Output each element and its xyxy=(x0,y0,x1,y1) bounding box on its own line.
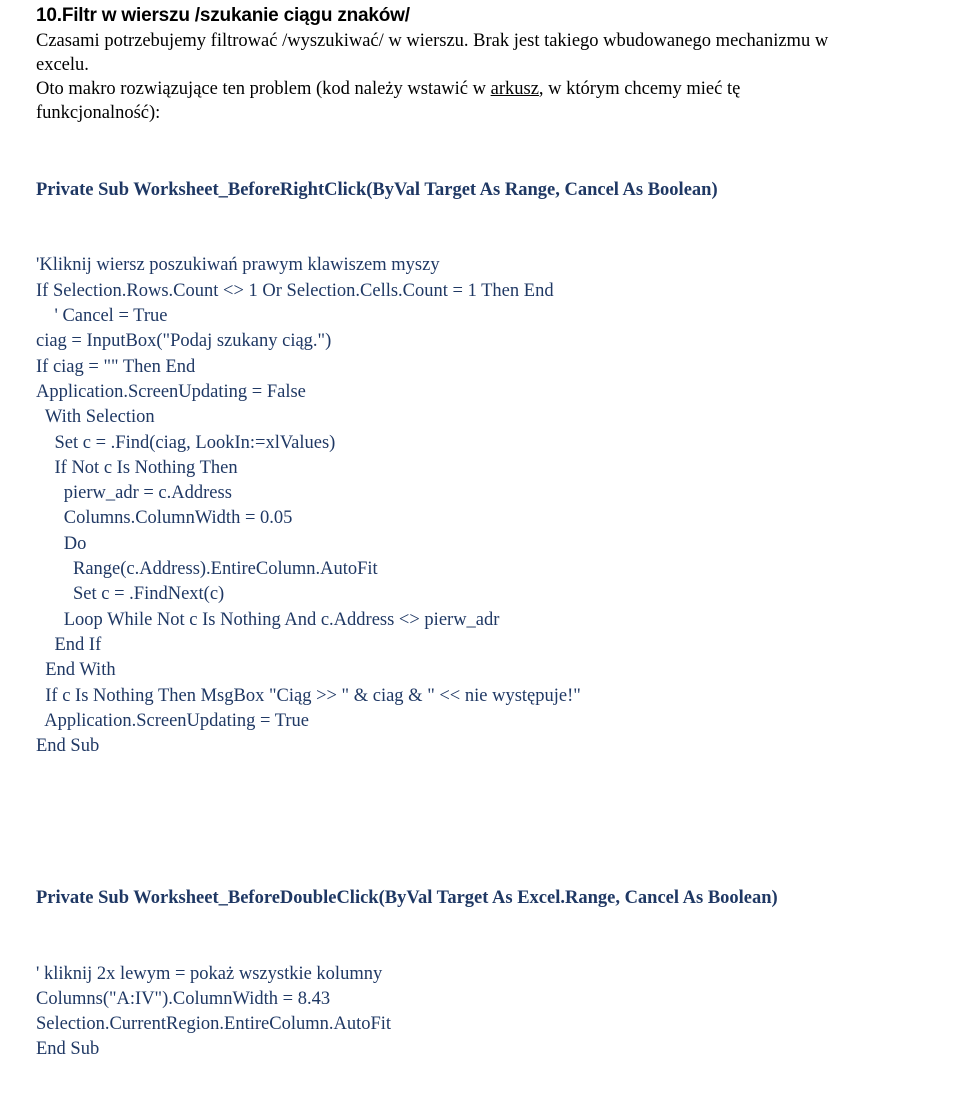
intro-line-1: Czasami potrzebujemy filtrować /wyszukiw… xyxy=(36,30,946,53)
page-title: 10.Filtr w wierszu /szukanie ciągu znakó… xyxy=(36,5,410,26)
code-block-2-header: Private Sub Worksheet_BeforeDoubleClick(… xyxy=(36,887,778,908)
code-line: ciag = InputBox("Podaj szukany ciąg.") xyxy=(36,331,332,352)
code-line: End Sub xyxy=(36,736,100,757)
code-line: Columns.ColumnWidth = 0.05 xyxy=(36,508,293,529)
code-block-2: Private Sub Worksheet_BeforeDoubleClick(… xyxy=(36,835,946,1113)
intro-line-3-prefix: Oto makro rozwiązujące ten problem (kod … xyxy=(36,79,491,99)
code-line: End If xyxy=(36,634,102,655)
intro-line-3: Oto makro rozwiązujące ten problem (kod … xyxy=(36,78,946,101)
intro-line-4: funkcjonalność): xyxy=(36,102,946,125)
arkusz-link[interactable]: arkusz xyxy=(491,79,539,99)
intro-line-1-text: Czasami potrzebujemy filtrować /wyszukiw… xyxy=(36,31,829,51)
document-page: 10.Filtr w wierszu /szukanie ciągu znakó… xyxy=(0,0,960,1059)
code-line: Set c = .Find(ciag, LookIn:=xlValues) xyxy=(36,432,336,453)
code-block-2-lines: ' kliknij 2x lewym = pokaż wszystkie kol… xyxy=(36,962,946,1063)
code-line: ' kliknij 2x lewym = pokaż wszystkie kol… xyxy=(36,963,383,984)
code-block-1: Private Sub Worksheet_BeforeRightClick(B… xyxy=(36,127,946,810)
code-line: Application.ScreenUpdating = True xyxy=(36,710,310,731)
code-line: pierw_adr = c.Address xyxy=(36,483,232,504)
code-blocks-separator xyxy=(36,810,946,835)
intro-line-3-suffix: , w którym chcemy mieć tę xyxy=(538,79,741,99)
code-line: If c Is Nothing Then MsgBox "Ciąg >> " &… xyxy=(36,685,581,706)
intro-paragraph: Czasami potrzebujemy filtrować /wyszukiw… xyxy=(36,30,946,125)
code-line: 'Kliknij wiersz poszukiwań prawym klawis… xyxy=(36,255,440,276)
intro-line-2: excelu. xyxy=(36,54,946,77)
code-line: Loop While Not c Is Nothing And c.Addres… xyxy=(36,609,500,630)
code-line: Set c = .FindNext(c) xyxy=(36,584,225,605)
code-line: End Sub xyxy=(36,1039,100,1060)
intro-line-4-text: funkcjonalność): xyxy=(36,103,161,123)
code-line: Selection.CurrentRegion.EntireColumn.Aut… xyxy=(36,1014,392,1035)
code-line: With Selection xyxy=(36,407,155,428)
code-line: End With xyxy=(36,660,116,681)
code-line: If Not c Is Nothing Then xyxy=(36,457,238,478)
code-line: Application.ScreenUpdating = False xyxy=(36,381,306,402)
code-line: Range(c.Address).EntireColumn.AutoFit xyxy=(36,559,378,580)
code-line: ' Cancel = True xyxy=(36,306,168,327)
code-line: Do xyxy=(36,533,87,554)
code-block-1-lines: 'Kliknij wiersz poszukiwań prawym klawis… xyxy=(36,253,946,759)
intro-line-2-text: excelu. xyxy=(36,55,89,75)
code-line: If ciag = "" Then End xyxy=(36,356,196,377)
code-block-1-header: Private Sub Worksheet_BeforeRightClick(B… xyxy=(36,179,718,200)
code-line: Columns("A:IV").ColumnWidth = 8.43 xyxy=(36,988,331,1009)
code-line: If Selection.Rows.Count <> 1 Or Selectio… xyxy=(36,280,554,301)
